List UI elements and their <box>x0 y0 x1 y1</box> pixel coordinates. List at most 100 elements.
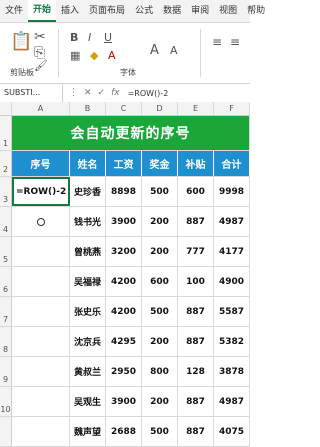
number-cell[interactable] <box>12 387 70 416</box>
tab-home[interactable]: 开始 <box>28 0 57 22</box>
tab-file[interactable]: 文件 <box>0 0 28 22</box>
header-cell-number[interactable]: 序号 <box>12 151 70 176</box>
font-size-increase-icon[interactable]: A <box>150 43 159 58</box>
name-box[interactable]: SUBSTI... <box>0 84 63 102</box>
function-icon[interactable]: fx <box>111 88 120 98</box>
bonus-cell[interactable]: 500 <box>142 417 178 446</box>
salary-cell[interactable]: 3900 <box>106 387 142 416</box>
number-cell[interactable] <box>12 357 70 386</box>
name-cell[interactable]: 魏声望 <box>70 417 106 446</box>
bonus-cell[interactable]: 600 <box>142 267 178 296</box>
allowance-cell[interactable]: 887 <box>178 327 214 356</box>
allowance-cell[interactable]: 887 <box>178 297 214 326</box>
total-cell[interactable]: 4900 <box>214 267 250 296</box>
allowance-cell[interactable]: 777 <box>178 237 214 266</box>
name-cell[interactable]: 张史乐 <box>70 297 106 326</box>
select-all-corner[interactable] <box>0 102 12 115</box>
number-cell[interactable] <box>12 237 70 266</box>
row-header[interactable]: 2 <box>0 151 12 176</box>
bold-icon[interactable]: B <box>70 31 78 44</box>
active-cell[interactable]: =ROW()-2 <box>12 177 70 206</box>
bonus-cell[interactable]: 200 <box>142 387 178 416</box>
total-cell[interactable]: 3878 <box>214 357 250 386</box>
salary-cell[interactable]: 4200 <box>106 267 142 296</box>
paste-icon[interactable]: 📋 <box>10 31 32 52</box>
salary-cell[interactable]: 2950 <box>106 357 142 386</box>
underline-icon[interactable]: U <box>104 31 112 44</box>
table-title[interactable]: 会自动更新的序号 <box>12 116 250 150</box>
tab-formulas[interactable]: 公式 <box>130 0 158 22</box>
bonus-cell[interactable]: 200 <box>142 237 178 266</box>
salary-cell[interactable]: 3900 <box>106 207 142 236</box>
header-cell-salary[interactable]: 工资 <box>106 151 142 176</box>
col-header-f[interactable]: F <box>214 102 250 115</box>
allowance-cell[interactable]: 887 <box>178 387 214 416</box>
row-header[interactable]: 5 <box>0 237 12 266</box>
total-cell[interactable]: 9998 <box>214 177 250 206</box>
row-header[interactable]: 7 <box>0 297 12 326</box>
cancel-icon[interactable]: ✕ <box>84 88 92 98</box>
fill-color-icon[interactable]: ◆ <box>90 49 98 62</box>
salary-cell[interactable]: 4295 <box>106 327 142 356</box>
bonus-cell[interactable]: 800 <box>142 357 178 386</box>
row-header[interactable] <box>0 417 12 446</box>
header-cell-name[interactable]: 姓名 <box>70 151 106 176</box>
borders-icon[interactable]: ▦ <box>70 49 80 62</box>
number-cell[interactable] <box>12 207 70 236</box>
total-cell[interactable]: 4987 <box>214 207 250 236</box>
row-header[interactable]: 10 <box>0 387 12 416</box>
italic-icon[interactable]: I <box>88 31 91 44</box>
dropdown-icon[interactable]: ⋮ <box>69 88 78 98</box>
row-header[interactable]: 3 <box>0 177 12 206</box>
allowance-cell[interactable]: 887 <box>178 207 214 236</box>
enter-icon[interactable]: ✓ <box>98 88 106 98</box>
name-cell[interactable]: 史珍香 <box>70 177 106 206</box>
row-header[interactable]: 9 <box>0 357 12 386</box>
allowance-cell[interactable]: 600 <box>178 177 214 206</box>
allowance-cell[interactable]: 100 <box>178 267 214 296</box>
tab-data[interactable]: 数据 <box>158 0 186 22</box>
tab-page-layout[interactable]: 页面布局 <box>84 0 130 22</box>
align-right-icon[interactable]: ≡ <box>230 35 240 49</box>
row-header[interactable]: 6 <box>0 267 12 296</box>
number-cell[interactable] <box>12 327 70 356</box>
salary-cell[interactable]: 2688 <box>106 417 142 446</box>
name-cell[interactable]: 吴福禄 <box>70 267 106 296</box>
salary-cell[interactable]: 3200 <box>106 237 142 266</box>
number-cell[interactable] <box>12 297 70 326</box>
name-cell[interactable]: 黄叔兰 <box>70 357 106 386</box>
total-cell[interactable]: 4075 <box>214 417 250 446</box>
header-cell-total[interactable]: 合计 <box>214 151 250 176</box>
header-cell-allowance[interactable]: 补贴 <box>178 151 214 176</box>
total-cell[interactable]: 5587 <box>214 297 250 326</box>
row-header[interactable]: 1 <box>0 116 12 150</box>
bonus-cell[interactable]: 200 <box>142 327 178 356</box>
format-painter-icon[interactable]: 🖌 <box>34 59 48 72</box>
total-cell[interactable]: 5382 <box>214 327 250 356</box>
salary-cell[interactable]: 8898 <box>106 177 142 206</box>
col-header-b[interactable]: B <box>70 102 106 115</box>
name-cell[interactable]: 沈京兵 <box>70 327 106 356</box>
bonus-cell[interactable]: 200 <box>142 207 178 236</box>
name-cell[interactable]: 曾桃燕 <box>70 237 106 266</box>
allowance-cell[interactable]: 887 <box>178 417 214 446</box>
total-cell[interactable]: 4177 <box>214 237 250 266</box>
allowance-cell[interactable]: 128 <box>178 357 214 386</box>
name-cell[interactable]: 吴观生 <box>70 387 106 416</box>
col-header-c[interactable]: C <box>106 102 142 115</box>
number-cell[interactable] <box>12 417 70 446</box>
bonus-cell[interactable]: 500 <box>142 297 178 326</box>
align-icon[interactable]: ≡ <box>212 35 222 49</box>
total-cell[interactable]: 4987 <box>214 387 250 416</box>
col-header-e[interactable]: E <box>178 102 214 115</box>
header-cell-bonus[interactable]: 奖金 <box>142 151 178 176</box>
number-cell[interactable] <box>12 267 70 296</box>
bonus-cell[interactable]: 500 <box>142 177 178 206</box>
salary-cell[interactable]: 4200 <box>106 297 142 326</box>
row-header[interactable]: 8 <box>0 327 12 356</box>
tab-review[interactable]: 审阅 <box>186 0 214 22</box>
font-color-icon[interactable]: A <box>108 49 116 62</box>
tab-view[interactable]: 视图 <box>214 0 242 22</box>
name-cell[interactable]: 钱书光 <box>70 207 106 236</box>
cut-icon[interactable]: ✂ <box>34 29 46 45</box>
